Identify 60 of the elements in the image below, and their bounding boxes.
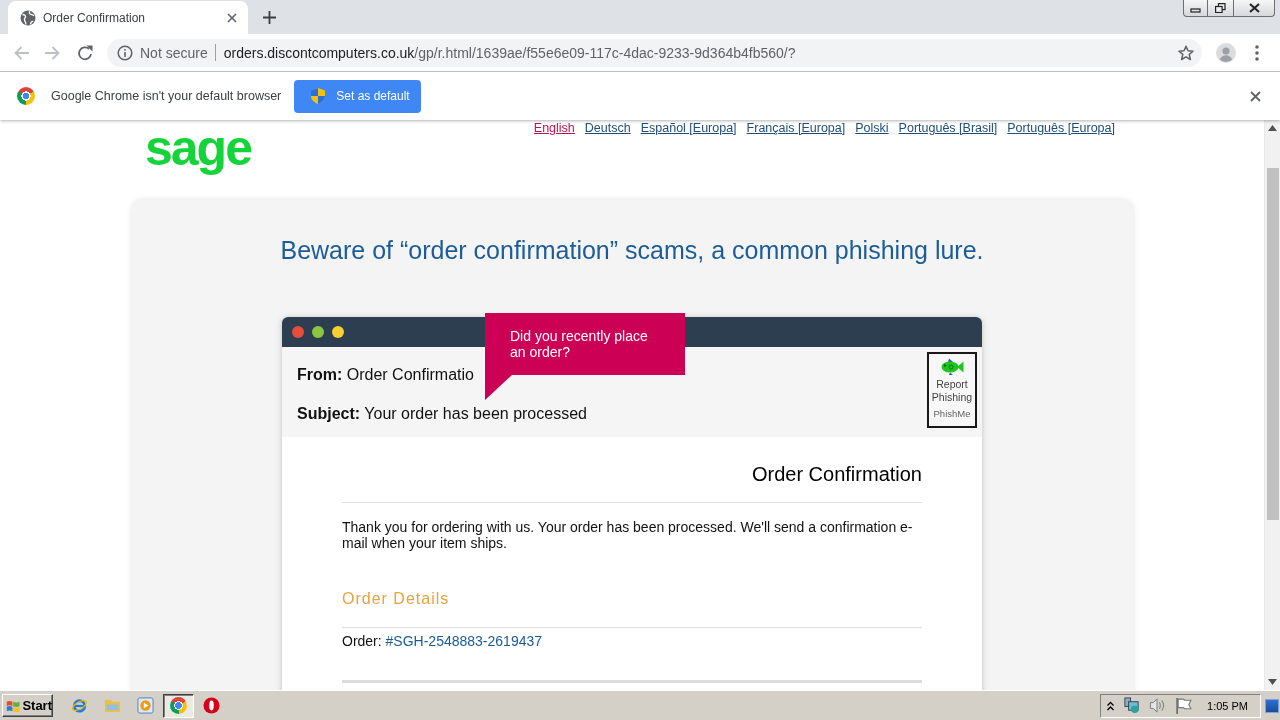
report-phishing-button[interactable]: Report Phishing PhishMe (927, 352, 977, 428)
chrome-icon (170, 697, 187, 714)
scrollbar-thumb[interactable] (1266, 168, 1279, 520)
taskbar-app-button[interactable] (163, 693, 194, 718)
show-hidden-icons-icon[interactable] (1107, 700, 1115, 711)
bookmark-star-icon[interactable] (1178, 44, 1194, 61)
restore-button[interactable] (1208, 0, 1234, 17)
close-tab-icon[interactable] (227, 12, 237, 23)
logo: sage (145, 120, 251, 176)
close-icon (1248, 3, 1260, 13)
info-icon[interactable] (117, 44, 133, 61)
language-link[interactable]: English (533, 121, 575, 136)
email-title: Order Confirmation (342, 462, 922, 503)
restore-icon (1215, 3, 1226, 13)
fish-icon (940, 358, 964, 375)
language-link[interactable]: Deutsch (584, 121, 631, 136)
url-text[interactable]: orders.discontcomputers.co.uk/gp/r.html/1639ae/f55e6e09-117c-4dac-9233-9d364b4fb560/? (223, 44, 796, 61)
window-dot-icon (312, 326, 324, 338)
language-link[interactable]: Português [Brasil] (898, 121, 998, 136)
scroll-down-icon[interactable] (1268, 679, 1277, 685)
message-text: Thank you for ordering with us. Your order has been processed. We'll send a confirmation e-mail when your item ships. (342, 519, 914, 551)
menu-icon[interactable] (1255, 44, 1259, 61)
clock-text[interactable]: 1:05 PM (1207, 699, 1248, 712)
profile-avatar-icon[interactable] (1216, 42, 1236, 63)
close-icon[interactable] (1250, 90, 1261, 102)
from-line: From: Order Confirmatio (297, 365, 474, 385)
order-number-text: Order: #SGH-2548883-2619437 (342, 632, 544, 650)
shield-icon (311, 88, 326, 104)
language-link[interactable]: Français [Europa] (746, 121, 846, 136)
order-number-link[interactable]: #SGH-2548883-2619437 (385, 633, 543, 649)
language-link[interactable]: Português [Europa] (1007, 121, 1115, 136)
close-window-button[interactable] (1234, 0, 1275, 17)
speaker-icon[interactable] (1149, 697, 1167, 714)
chrome-logo-icon (17, 87, 35, 105)
subject-line: Subject: Your order has been processed (297, 404, 587, 424)
show-desktop-icon[interactable] (1265, 698, 1279, 713)
scroll-up-icon[interactable] (1268, 125, 1277, 131)
new-tab-icon[interactable] (263, 11, 276, 24)
play-icon (137, 697, 154, 714)
address-bar[interactable]: Not secure orders.discontcomputers.co.uk/gp/r.html/1639ae/f55e6e09-117c-4dac-9233-9d364b4fb560/? (107, 38, 1202, 67)
vertical-scrollbar[interactable] (1264, 120, 1280, 690)
language-link[interactable]: Polski (855, 121, 889, 136)
window-dot-icon (332, 326, 344, 338)
globe-icon (20, 9, 36, 26)
network-icon[interactable] (1123, 697, 1141, 714)
security-status-text[interactable]: Not secure (140, 44, 208, 61)
browser-tab[interactable]: Order Confirmation (8, 1, 248, 34)
language-link[interactable]: Español [Europa] (640, 121, 737, 136)
section-title: Order Details (342, 589, 450, 609)
o-ring-icon (203, 697, 220, 714)
folder-icon (104, 697, 121, 714)
infobar-message: Google Chrome isn't your default browser (51, 89, 282, 103)
browser-logo-icon (71, 697, 88, 714)
minimize-button[interactable] (1183, 0, 1208, 17)
flag-icon[interactable] (1175, 697, 1193, 714)
window-dot-icon (292, 326, 304, 338)
start-button[interactable]: Start (2, 694, 53, 717)
set-as-default-button[interactable]: Set as default (294, 79, 422, 113)
reload-icon[interactable] (77, 44, 93, 61)
warning-heading: Beware of “order confirmation” scams, a common phishing lure. (279, 235, 985, 265)
